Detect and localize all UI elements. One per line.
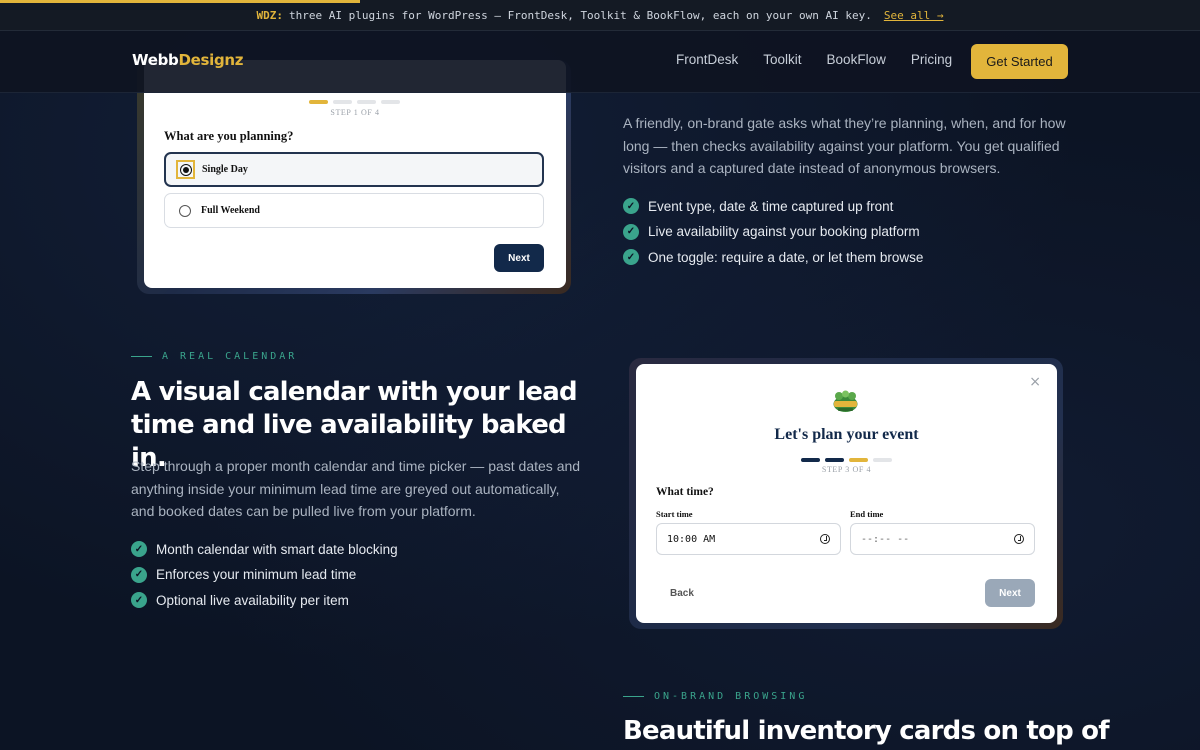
end-time-label: End time	[850, 509, 884, 519]
logo[interactable]: WebbDesignz	[132, 51, 244, 69]
step-dot	[381, 100, 400, 104]
feature-text: Event type, date & time captured up fron…	[648, 198, 894, 214]
feature-text: One toggle: require a date, or let them …	[648, 249, 924, 265]
eyebrow-line	[623, 696, 644, 697]
step-dot	[801, 458, 820, 462]
step-label: STEP 1 OF 4	[330, 108, 380, 117]
start-time-label: Start time	[656, 509, 693, 519]
check-icon: ✓	[131, 592, 147, 608]
calendar-description: Step through a proper month calendar and…	[131, 458, 581, 519]
nav-link-frontdesk[interactable]: FrontDesk	[676, 52, 738, 67]
announcement-tag: WDZ:	[256, 8, 284, 22]
next-button[interactable]: Next	[985, 579, 1035, 607]
radio-selected-icon	[179, 163, 192, 176]
step-indicator	[801, 458, 892, 462]
option-single-day[interactable]: Single Day	[164, 152, 544, 187]
option-label: Single Day	[202, 164, 248, 175]
step-dot	[873, 458, 892, 462]
step-dot	[309, 100, 328, 104]
planner-title: Let's plan your event	[774, 426, 919, 443]
step-indicator	[309, 100, 400, 104]
feature-text: Optional live availability per item	[156, 592, 349, 608]
section-eyebrow: A REAL CALENDAR	[131, 351, 297, 362]
calendar-feature-list: ✓ Month calendar with smart date blocking…	[131, 541, 398, 608]
step-dot	[357, 100, 376, 104]
section-eyebrow: ON-BRAND BROWSING	[623, 691, 807, 702]
eyebrow-text: A REAL CALENDAR	[162, 351, 298, 362]
option-label: Full Weekend	[201, 205, 260, 216]
logo-main: Webb	[132, 51, 179, 69]
announcement-text: three AI plugins for WordPress — FrontDe…	[289, 8, 872, 22]
feature-item: ✓ Live availability against your booking …	[623, 223, 923, 240]
booking-gate-card: STEP 1 OF 4 What are you planning? Singl…	[144, 60, 566, 288]
radio-icon	[179, 204, 191, 217]
step-dot	[333, 100, 352, 104]
clock-icon[interactable]	[820, 534, 830, 544]
time-question: What time?	[656, 486, 714, 498]
event-planner-card: × Let's plan your event STEP 3 OF 4 What…	[636, 364, 1057, 623]
announcement-see-all-link[interactable]: See all →	[884, 9, 944, 22]
feature-item: ✓ Event type, date & time captured up fro…	[623, 198, 923, 214]
close-icon[interactable]: ×	[1029, 374, 1041, 390]
feature-text: Live availability against your booking p…	[648, 224, 920, 239]
step-dot	[849, 458, 868, 462]
eyebrow-line	[131, 356, 152, 357]
feature-item: ✓ One toggle: require a date, or let them…	[623, 249, 923, 265]
check-icon: ✓	[623, 223, 639, 240]
top-nav: WebbDesignz FrontDesk Toolkit BookFlow P…	[0, 31, 1200, 93]
gate-feature-list: ✓ Event type, date & time captured up fro…	[623, 198, 923, 265]
logo-accent: Designz	[178, 51, 244, 69]
step-dot	[825, 458, 844, 462]
check-icon: ✓	[131, 541, 147, 557]
option-full-weekend[interactable]: Full Weekend	[164, 193, 544, 228]
check-icon: ✓	[623, 249, 639, 265]
feature-item: ✓ Enforces your minimum lead time	[131, 566, 398, 583]
check-icon: ✓	[623, 198, 639, 214]
clock-icon[interactable]	[1014, 534, 1024, 544]
start-time-input[interactable]: 10:00 AM	[656, 523, 841, 555]
inventory-heading: Beautiful inventory cards on top of	[623, 716, 1110, 746]
nav-link-bookflow[interactable]: BookFlow	[827, 52, 886, 67]
announcement-bar: WDZ: three AI plugins for WordPress — Fr…	[0, 0, 1200, 31]
end-time-value: --:-- --	[861, 533, 910, 545]
mascot-logo-icon	[833, 390, 858, 412]
feature-item: ✓ Optional live availability per item	[131, 592, 398, 608]
feature-text: Month calendar with smart date blocking	[156, 541, 398, 557]
radio-focus-ring	[176, 160, 195, 179]
eyebrow-text: ON-BRAND BROWSING	[654, 691, 808, 702]
get-started-button[interactable]: Get Started	[971, 44, 1068, 79]
gate-description: A friendly, on-brand gate asks what they…	[623, 115, 1066, 176]
feature-text: Enforces your minimum lead time	[156, 567, 357, 582]
check-icon: ✓	[131, 566, 147, 583]
nav-links: FrontDesk Toolkit BookFlow Pricing	[676, 52, 952, 67]
step-label: STEP 3 OF 4	[821, 465, 872, 474]
feature-item: ✓ Month calendar with smart date blocking	[131, 541, 398, 557]
nav-link-toolkit[interactable]: Toolkit	[763, 52, 801, 67]
end-time-input[interactable]: --:-- --	[850, 523, 1035, 555]
announcement-progress	[0, 0, 360, 3]
planning-question: What are you planning?	[164, 129, 294, 143]
start-time-value: 10:00 AM	[667, 533, 716, 545]
back-button[interactable]: Back	[670, 588, 694, 599]
next-button[interactable]: Next	[494, 244, 544, 272]
nav-link-pricing[interactable]: Pricing	[911, 52, 952, 67]
